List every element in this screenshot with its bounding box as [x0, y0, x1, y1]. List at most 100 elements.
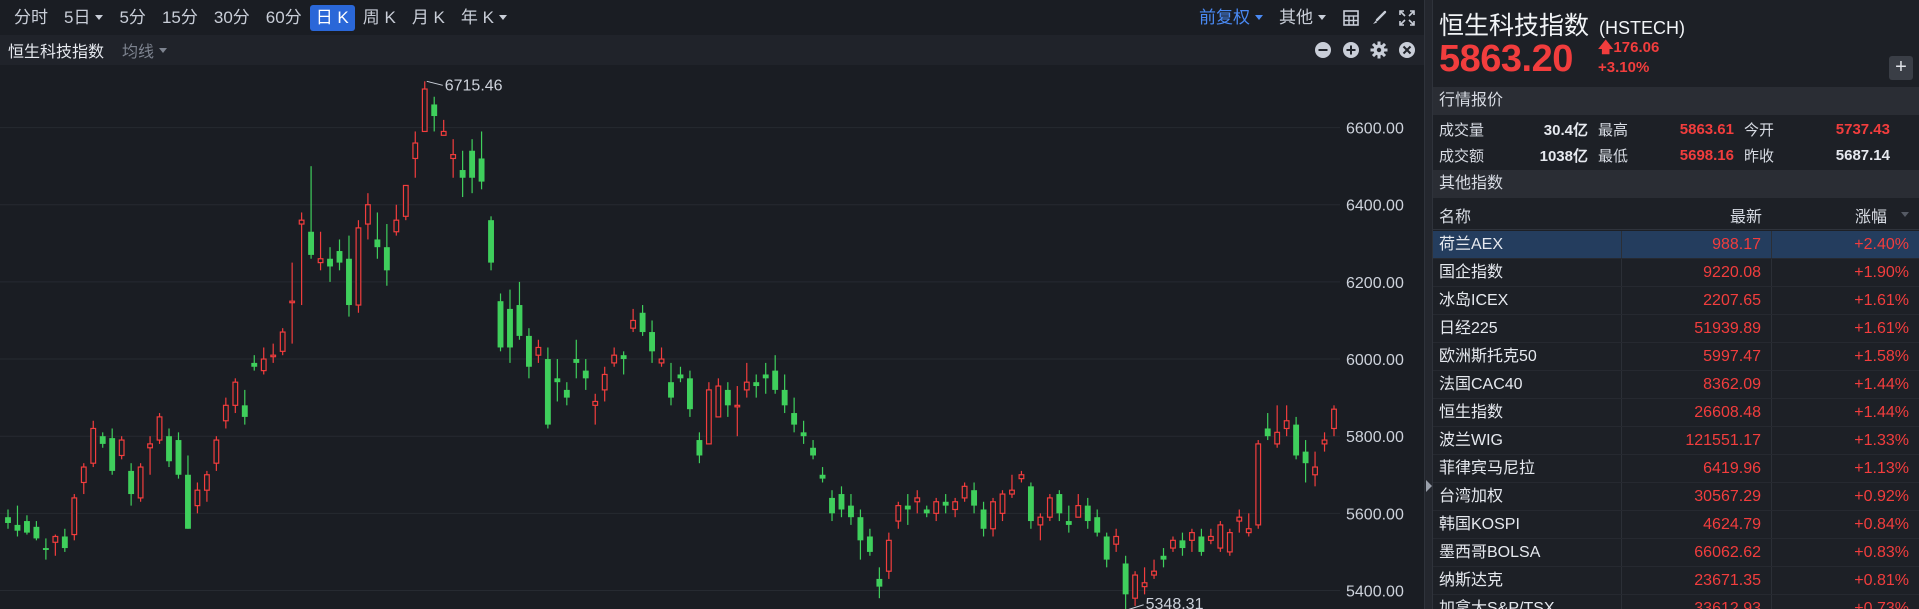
candle-body-down [1103, 536, 1110, 560]
other-dropdown[interactable]: 其他 [1271, 5, 1334, 31]
period-tab-6[interactable]: 日 K [309, 4, 355, 31]
index-name: 恒生科技指数 [1439, 12, 1590, 40]
candle-body-down [724, 389, 731, 406]
table-row[interactable]: 冰岛ICEX 2207.65 +1.61% [1433, 287, 1919, 315]
candle-body-down [838, 494, 845, 510]
candle-body-down [185, 474, 191, 529]
table-row[interactable]: 菲律宾马尼拉 6419.96 +1.13% [1433, 455, 1919, 483]
quote-panel: 恒生科技指数 (HSTECH) 5863.20 🡅176.06 +3.10% + … [1433, 0, 1919, 609]
candle-body-down [175, 440, 182, 475]
low-value: 5698.16 [1679, 146, 1734, 164]
candle-body-down [327, 258, 333, 267]
col-last-header[interactable]: 最新 [1622, 203, 1772, 227]
high-value: 5863.61 [1679, 120, 1734, 138]
index-name-cell: 韩国KOSPI [1433, 511, 1622, 538]
candle-body-up [298, 219, 305, 225]
candle-body-up [734, 404, 741, 408]
grid-layout-icon[interactable] [1340, 7, 1362, 29]
table-row[interactable]: 纳斯达克 23671.35 +0.81% [1433, 567, 1919, 595]
index-pct-cell: +0.73% [1854, 600, 1909, 609]
period-tab-7[interactable]: 周 K [355, 5, 404, 31]
table-row[interactable]: 法国CAC40 8362.09 +1.44% [1433, 371, 1919, 399]
table-row[interactable]: 墨西哥BOLSA 66062.62 +0.83% [1433, 539, 1919, 567]
index-last-cell: 23671.35 [1622, 567, 1772, 594]
index-pct-cell: +1.90% [1854, 264, 1909, 281]
chart-title: 恒生科技指数 [8, 44, 105, 61]
candle-body-up [279, 331, 286, 352]
candle-body-down [469, 150, 476, 178]
table-row[interactable]: 波兰WIG 121551.17 +1.33% [1433, 427, 1919, 455]
candle-body-up [402, 184, 409, 217]
candle-body-up [450, 154, 457, 160]
candle-body-up [203, 474, 210, 491]
index-pct-cell: +0.84% [1854, 516, 1909, 533]
col-pct-header[interactable]: 涨幅 [1772, 203, 1919, 227]
candle-body-up [412, 142, 419, 160]
y-tick-label: 5600.00 [1346, 506, 1404, 523]
zoom-out-icon[interactable] [1312, 39, 1334, 61]
period-tab-label: 5日 [64, 7, 91, 27]
candle-body-up [1151, 570, 1157, 576]
index-last-cell: 8362.09 [1622, 371, 1772, 398]
close-icon[interactable] [1396, 39, 1418, 61]
candle-body-down [1027, 486, 1034, 522]
candlestick-chart[interactable]: 6600.00 6400.00 6200.00 6000.00 5800.00 5600.… [0, 65, 1424, 609]
candle-body-down [1065, 521, 1072, 525]
candle-body-down [1122, 563, 1129, 595]
candle-body-down [1264, 428, 1271, 437]
index-name-cell: 国企指数 [1433, 259, 1622, 286]
candle-body-down [819, 474, 826, 479]
candle-body-down [42, 548, 49, 550]
period-tab-3[interactable]: 15分 [154, 5, 206, 31]
index-name-cell: 日经225 [1433, 315, 1622, 342]
col-name-header[interactable]: 名称 [1433, 203, 1622, 227]
index-last-cell: 26608.48 [1622, 399, 1772, 426]
candle-body-up [535, 346, 542, 356]
candle-body-up [990, 501, 996, 530]
period-tab-5[interactable]: 60分 [258, 5, 310, 31]
y-tick-label: 6400.00 [1346, 198, 1404, 215]
period-tab-8[interactable]: 月 K [404, 5, 453, 31]
expand-arrow-icon[interactable] [1426, 480, 1432, 492]
table-row[interactable]: 台湾加权 30567.29 +0.92% [1433, 483, 1919, 511]
table-row[interactable]: 韩国KOSPI 4624.79 +0.84% [1433, 511, 1919, 539]
add-watchlist-button[interactable]: + [1889, 56, 1913, 80]
other-indices-title: 其他指数 [1433, 170, 1919, 198]
zoom-in-icon[interactable] [1340, 39, 1362, 61]
table-row[interactable]: 荷兰AEX 988.17 +2.40% [1433, 231, 1919, 259]
period-tab-9[interactable]: 年 K [453, 5, 515, 31]
period-tab-2[interactable]: 5分 [111, 5, 153, 31]
y-tick-label: 6200.00 [1346, 275, 1404, 292]
index-last-cell: 33612.93 [1622, 595, 1772, 609]
volume-value: 30.4亿 [1543, 121, 1588, 139]
period-tab-1[interactable]: 5日 [56, 5, 111, 31]
period-tab-label: 60分 [265, 7, 302, 27]
index-last-cell: 2207.65 [1622, 287, 1772, 314]
candle-body-up [232, 381, 239, 406]
index-name-cell: 纳斯达克 [1433, 567, 1622, 594]
table-row[interactable]: 加拿大S&P/TSX 33612.93 +0.73% [1433, 595, 1919, 609]
ma-dropdown[interactable]: 均线 [122, 38, 168, 62]
candle-body-up [1274, 431, 1281, 445]
adjust-dropdown[interactable]: 前复权 [1191, 5, 1271, 31]
candle-body-down [1160, 555, 1167, 560]
panel-splitter[interactable] [1424, 0, 1433, 609]
candle-body-down [99, 436, 106, 444]
table-row[interactable]: 国企指数 9220.08 +1.90% [1433, 259, 1919, 287]
max-pointer [426, 80, 443, 86]
table-row[interactable]: 日经225 51939.89 +1.61% [1433, 315, 1919, 343]
table-row[interactable]: 恒生指数 26608.48 +1.44% [1433, 399, 1919, 427]
period-tab-4[interactable]: 30分 [206, 5, 258, 31]
index-name-cell: 墨西哥BOLSA [1433, 539, 1622, 566]
index-pct-cell: +0.81% [1854, 572, 1909, 589]
candle-body-up [260, 358, 267, 372]
table-row[interactable]: 欧洲斯托克50 5997.47 +1.58% [1433, 343, 1919, 371]
fullscreen-icon[interactable] [1396, 7, 1418, 29]
candle-body-down [620, 355, 627, 360]
settings-icon[interactable] [1368, 39, 1390, 61]
candle-body-up [1141, 582, 1148, 588]
candle-body-up [601, 373, 608, 391]
brush-icon[interactable] [1368, 7, 1390, 29]
period-tab-0[interactable]: 分时 [6, 5, 56, 31]
candle-body-up [80, 466, 87, 484]
